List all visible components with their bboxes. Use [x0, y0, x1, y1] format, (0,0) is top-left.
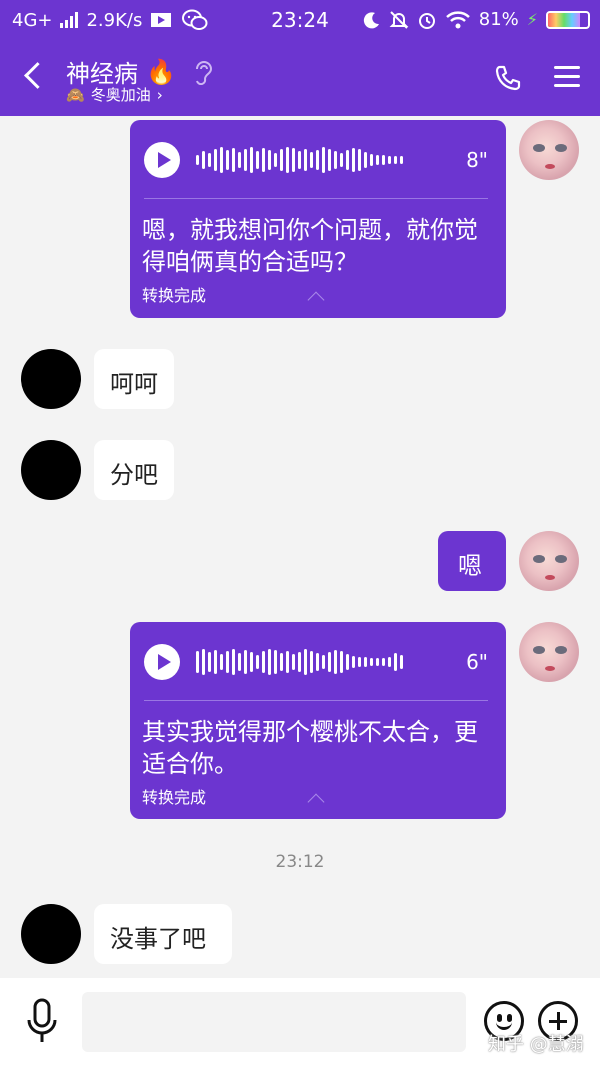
voice-transcript: 其实我觉得那个樱桃不太合，更适合你。	[142, 718, 478, 778]
transcription-status: 转换完成	[142, 788, 207, 807]
transcription-status: 转换完成	[142, 286, 207, 305]
phone-icon[interactable]	[494, 64, 522, 92]
collapse-caret-icon[interactable]	[307, 291, 325, 309]
status-text: 冬奥加油	[90, 86, 151, 104]
chat-header: 神经病 🔥 🙈 冬奥加油 ›	[0, 40, 600, 116]
incoming-message-bubble[interactable]: 呵呵	[94, 349, 174, 409]
status-bar: 4G+ 2.9K/s 23:24 81% ⚡	[0, 0, 600, 40]
wifi-icon	[445, 10, 470, 28]
battery-percent: 81%	[478, 9, 519, 30]
my-avatar[interactable]	[519, 120, 579, 180]
battery-icon	[546, 10, 590, 29]
outgoing-message-bubble[interactable]: 嗯	[438, 531, 506, 591]
incoming-message-bubble[interactable]: 没事了吧	[94, 904, 232, 964]
mute-bell-icon	[389, 10, 409, 29]
voice-message-bubble[interactable]: 8" 嗯，就我想问你个问题，就你觉得咱俩真的合适吗？ 转换完成	[130, 120, 506, 318]
microphone-icon[interactable]	[26, 998, 58, 1044]
chat-timestamp: 23:12	[275, 852, 325, 872]
contact-avatar[interactable]	[21, 904, 81, 964]
back-arrow-icon[interactable]	[22, 64, 44, 86]
message-text: 分吧	[110, 461, 158, 489]
message-text: 呵呵	[110, 370, 158, 398]
voice-transcript: 嗯，就我想问你个问题，就你觉得咱俩真的合适吗？	[142, 216, 478, 276]
divider	[144, 700, 488, 701]
voice-duration: 8"	[466, 148, 488, 172]
my-avatar[interactable]	[519, 622, 579, 682]
play-icon[interactable]	[144, 142, 180, 178]
voice-message-bubble[interactable]: 6" 其实我觉得那个樱桃不太合，更适合你。 转换完成	[130, 622, 506, 819]
menu-icon[interactable]	[554, 66, 580, 88]
message-input[interactable]	[82, 992, 466, 1052]
my-avatar[interactable]	[519, 531, 579, 591]
contact-avatar[interactable]	[21, 349, 81, 409]
flame-icon: 🔥	[146, 57, 176, 86]
contact-avatar[interactable]	[21, 440, 81, 500]
message-text: 没事了吧	[110, 925, 206, 953]
incoming-message-bubble[interactable]: 分吧	[94, 440, 174, 500]
collapse-caret-icon[interactable]	[307, 793, 325, 811]
alarm-icon	[418, 12, 435, 29]
waveform	[196, 648, 456, 676]
waveform	[196, 146, 456, 174]
contact-status[interactable]: 🙈 冬奥加油 ›	[66, 84, 163, 105]
ear-icon[interactable]	[192, 59, 214, 85]
divider	[144, 198, 488, 199]
chevron-right-icon: ›	[156, 85, 163, 104]
watermark: 知乎 @慧溺	[488, 1034, 584, 1055]
monkey-emoji-icon: 🙈	[66, 85, 85, 104]
message-text: 嗯	[458, 552, 482, 580]
voice-duration: 6"	[466, 650, 488, 674]
charging-icon: ⚡	[526, 10, 538, 29]
play-icon[interactable]	[144, 644, 180, 680]
moon-icon	[363, 11, 379, 28]
